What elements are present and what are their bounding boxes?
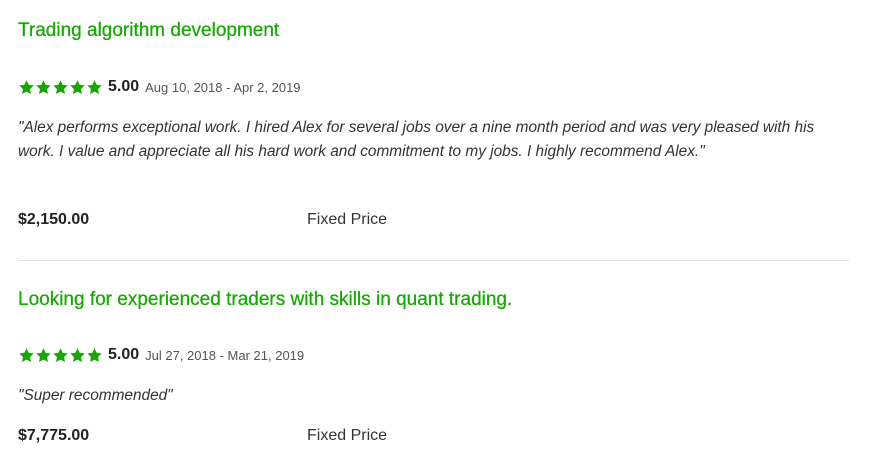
review-quote: "Alex performs exceptional work. I hired… bbox=[18, 119, 815, 160]
star-icon bbox=[35, 79, 52, 96]
contract-meta: $2,150.00 Fixed Price bbox=[18, 209, 387, 231]
review-title[interactable]: Looking for experienced traders with ski… bbox=[18, 288, 513, 312]
star-icon bbox=[69, 79, 86, 96]
review-divider bbox=[18, 260, 849, 261]
contract-meta: $7,775.00 Fixed Price bbox=[18, 425, 387, 447]
rating-row: 5.00 Aug 10, 2018 - Apr 2, 2019 bbox=[18, 77, 301, 97]
star-icon bbox=[52, 347, 69, 364]
star-icon bbox=[18, 347, 35, 364]
contract-dates: Jul 27, 2018 - Mar 21, 2019 bbox=[145, 348, 305, 363]
contract-amount: $2,150.00 bbox=[18, 211, 90, 228]
star-icon bbox=[69, 347, 86, 364]
contract-type: Fixed Price bbox=[307, 427, 388, 444]
star-icon bbox=[52, 79, 69, 96]
contract-amount: $7,775.00 bbox=[18, 427, 90, 444]
star-icon bbox=[86, 347, 103, 364]
star-icon bbox=[18, 79, 35, 96]
review-quote: "Super recommended" bbox=[18, 387, 173, 404]
contract-dates: Aug 10, 2018 - Apr 2, 2019 bbox=[145, 80, 301, 95]
star-icon bbox=[35, 347, 52, 364]
rating-score: 5.00 bbox=[108, 346, 140, 363]
star-icon bbox=[86, 79, 103, 96]
rating-score: 5.00 bbox=[108, 78, 140, 95]
rating-row: 5.00 Jul 27, 2018 - Mar 21, 2019 bbox=[18, 345, 304, 365]
review-title[interactable]: Trading algorithm development bbox=[18, 19, 279, 43]
contract-type: Fixed Price bbox=[307, 211, 388, 228]
star-rating bbox=[18, 79, 103, 96]
star-rating bbox=[18, 347, 103, 364]
